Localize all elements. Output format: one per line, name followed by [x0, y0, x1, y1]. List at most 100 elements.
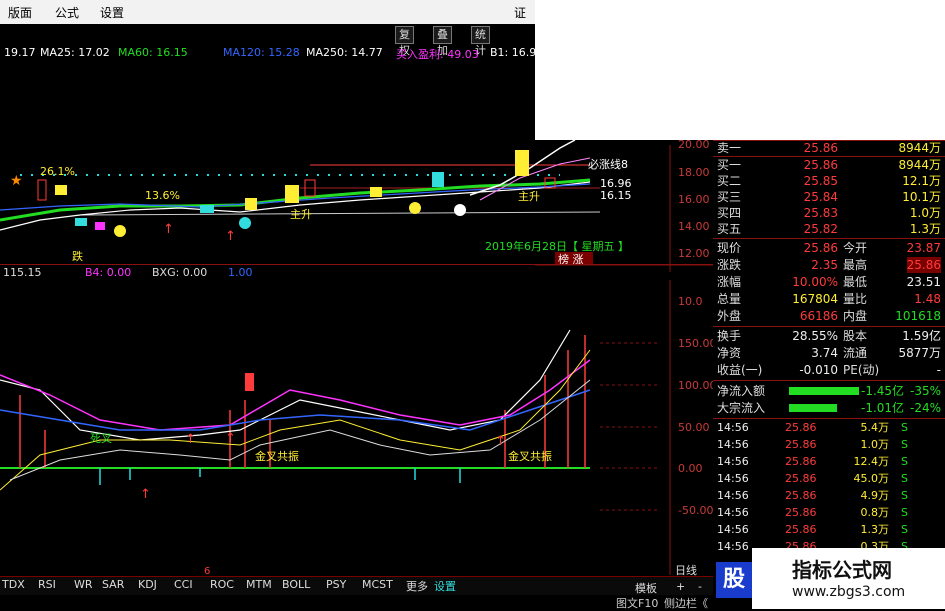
ma120-value: MA120: 15.28	[223, 46, 300, 59]
flow-label: 大宗流入	[717, 401, 766, 415]
flow-bar	[789, 387, 859, 395]
tab-7[interactable]: MTM	[246, 578, 272, 591]
svg-text:★: ★	[10, 173, 23, 189]
site-watermark: 股 指标公式网 www.zbgs3.com	[716, 548, 945, 609]
tick-side: S	[901, 455, 908, 468]
b1-value: B1: 16.9	[490, 46, 537, 59]
stat-row: 涨跌 2.35 最高 25.86	[713, 257, 945, 273]
tab-11[interactable]: 更多	[406, 578, 428, 594]
flow-row: 净流入额 -1.45亿 -35%	[713, 383, 945, 399]
ma250-value: MA250: 14.77	[306, 46, 383, 59]
order-label: 买五	[717, 222, 742, 236]
gold-cross-label-1: 金叉共振	[255, 449, 299, 463]
price-axis-14: 14.00	[678, 220, 710, 233]
price-axis-20: 20.00	[678, 138, 710, 151]
tab-12[interactable]: 设置	[434, 578, 456, 594]
order-label: 买二	[717, 174, 742, 188]
order-book-row: 买三 25.84 10.1万	[713, 189, 945, 205]
indicator-chart[interactable]: 金叉共振 金叉共振 死叉 ↑ ↑ ↑ ↑ 10.0 150.00 100.00 …	[0, 280, 713, 575]
tick-volume: 4.9万	[860, 489, 890, 502]
stat-label: 今开	[843, 241, 868, 255]
tick-row: 14:56 25.86 45.0万 S	[713, 471, 945, 487]
order-price: 25.84	[803, 190, 838, 204]
menu-item-layout[interactable]: 版面	[8, 4, 32, 21]
stat-label: 股本	[843, 329, 868, 343]
tick-volume: 45.0万	[853, 472, 890, 485]
stat-value: 10.00%	[792, 275, 838, 289]
stat-row: 收益(一) -0.010 PE(动) -	[713, 362, 945, 378]
gold-cross-label-2: 金叉共振	[508, 449, 552, 463]
stat-row: 总量 167804 量比 1.48	[713, 291, 945, 307]
stat-value: 3.74	[811, 346, 838, 360]
flow-percent: -35%	[909, 384, 941, 398]
stat-value: 23.87	[906, 241, 941, 255]
sub-axis-50: 50.00	[678, 421, 710, 434]
tab-6[interactable]: ROC	[210, 578, 234, 591]
tab-0[interactable]: TDX	[2, 578, 25, 591]
flow-row: 大宗流入 -1.01亿 -24%	[713, 400, 945, 416]
svg-text:↑: ↑	[225, 431, 236, 446]
tick-volume: 1.0万	[860, 438, 890, 451]
tab-4[interactable]: KDJ	[138, 578, 157, 591]
tick-row: 14:56 25.86 5.4万 S	[713, 420, 945, 436]
stat-label: 收益(一)	[717, 363, 763, 377]
overlay-button[interactable]: 叠加	[433, 26, 452, 57]
tab-10[interactable]: MCST	[362, 578, 393, 591]
order-volume: 8944万	[898, 158, 941, 172]
tick-time: 14:56	[717, 438, 749, 451]
tab-2[interactable]: WR	[74, 578, 93, 591]
menu-item-securities[interactable]: 证	[514, 4, 526, 21]
menu-item-settings[interactable]: 设置	[100, 4, 124, 21]
tab-9[interactable]: PSY	[326, 578, 346, 591]
menu-bar: 版面 公式 设置 证	[0, 0, 535, 24]
ma60-value: MA60: 16.15	[118, 46, 188, 59]
tick-side: S	[901, 506, 908, 519]
zoom-in-button[interactable]: +	[676, 580, 685, 593]
order-label: 卖一	[717, 141, 742, 155]
tick-row: 14:56 25.86 1.0万 S	[713, 437, 945, 453]
b4-value: B4: 0.00	[85, 266, 132, 279]
bxg-value: BXG: 0.00	[152, 266, 208, 279]
tick-volume: 0.8万	[860, 506, 890, 519]
order-volume: 8944万	[898, 141, 941, 155]
fuquan-button[interactable]: 复权	[395, 26, 414, 57]
quote-panel: 卖一 25.86 8944万 买一 25.86 8944万 买二 25.85 12.1万 买…	[713, 140, 945, 553]
menu-item-formula[interactable]: 公式	[55, 4, 79, 21]
stat-value: -0.010	[799, 363, 838, 377]
svg-text:↑: ↑	[140, 487, 151, 502]
tick-time: 14:56	[717, 523, 749, 536]
watermark-title: 指标公式网	[792, 558, 892, 582]
tick-price: 25.86	[785, 438, 817, 451]
stat-row: 涨幅 10.00% 最低 23.51	[713, 274, 945, 290]
dead-cross-label: 死叉	[90, 432, 112, 445]
stat-label: 涨跌	[717, 258, 742, 272]
tick-side: S	[901, 421, 908, 434]
statistics-button[interactable]: 统计	[471, 26, 490, 57]
line-value-b: 16.15	[600, 189, 632, 202]
price-chart[interactable]: ↑ ↑ ★ 26.1% 13.6% 必涨线8 16.96 16.15 主升 主升…	[0, 60, 713, 272]
svg-text:↑: ↑	[185, 432, 196, 447]
tick-side: S	[901, 489, 908, 502]
template-button[interactable]: 模板	[635, 580, 657, 596]
price-axis-16: 16.00	[678, 193, 710, 206]
flow-value: -1.45亿	[861, 384, 905, 398]
tab-1[interactable]: RSI	[38, 578, 56, 591]
period-label[interactable]: 日线	[675, 562, 697, 578]
stat-row: 换手 28.55% 股本 1.59亿	[713, 328, 945, 344]
tab-3[interactable]: SAR	[102, 578, 124, 591]
flow-bar	[789, 404, 837, 412]
tab-8[interactable]: BOLL	[282, 578, 310, 591]
tab-5[interactable]: CCI	[174, 578, 193, 591]
stat-label: 总量	[717, 292, 742, 306]
order-volume: 10.1万	[902, 190, 941, 204]
sub-axis-150: 150.00	[678, 337, 713, 350]
watermark-logo: 股	[716, 562, 752, 598]
order-label: 买四	[717, 206, 742, 220]
date-label: 2019年6月28日【 星期五 】	[485, 239, 629, 253]
tick-volume: 5.4万	[860, 421, 890, 434]
order-price: 25.83	[803, 206, 838, 220]
tick-time: 14:56	[717, 421, 749, 434]
tick-time: 14:56	[717, 472, 749, 485]
stat-value: 66186	[799, 309, 838, 323]
zoom-out-button[interactable]: -	[698, 580, 702, 593]
